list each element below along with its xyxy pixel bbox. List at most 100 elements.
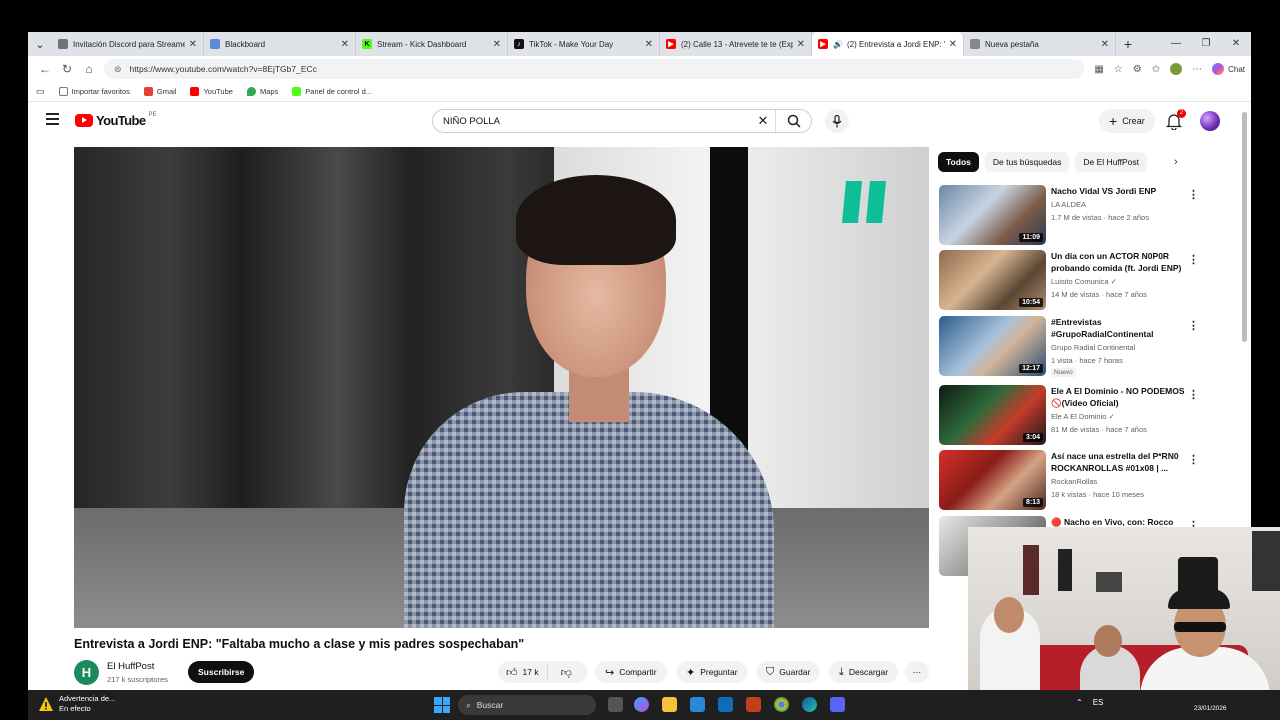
tab-calle13[interactable]: ▶ (2) Calle 13 - Atrevete te te (Explic … <box>660 32 812 56</box>
channel-name[interactable]: El HuffPost <box>107 661 154 672</box>
bookmark-youtube[interactable]: YouTube <box>190 87 233 96</box>
apps-icon[interactable]: ▦ <box>1094 64 1103 75</box>
more-vertical-icon[interactable]: ⋮ <box>1188 388 1199 401</box>
warning-widget[interactable]: Advertencia de... En efecto <box>59 694 115 714</box>
voice-search-button[interactable] <box>825 109 849 133</box>
close-tab-icon[interactable]: ✕ <box>189 39 197 50</box>
chrome-icon[interactable] <box>774 697 789 712</box>
dislike-button[interactable]: 👎︎ <box>553 666 580 679</box>
close-window-icon[interactable]: ✕ <box>1221 32 1251 56</box>
video-thumbnail[interactable]: 11:09 <box>939 185 1046 245</box>
channel-avatar[interactable]: H <box>74 660 99 685</box>
close-tab-icon[interactable]: ✕ <box>341 39 349 50</box>
close-tab-icon[interactable]: ✕ <box>645 39 653 50</box>
recommendation-item[interactable]: 11:09 Nacho Vidal VS Jordi ENP LA ALDEA … <box>939 185 1199 247</box>
favorites-icon[interactable]: ✩ <box>1152 64 1160 75</box>
warning-icon[interactable] <box>38 696 54 712</box>
home-icon[interactable]: ⌂ <box>78 62 100 76</box>
more-vertical-icon[interactable]: ⋮ <box>1188 188 1199 201</box>
minimize-icon[interactable]: — <box>1161 32 1191 56</box>
tab-tiktok[interactable]: ♪ TikTok - Make Your Day ✕ <box>508 32 660 56</box>
video-thumbnail[interactable]: 12:17 <box>939 316 1046 376</box>
edge-icon[interactable] <box>802 697 817 712</box>
taskbar-search[interactable]: ⌕ Buscar <box>458 695 596 715</box>
restore-icon[interactable]: ❐ <box>1191 32 1221 56</box>
subscribe-button[interactable]: Suscribirse <box>188 661 255 683</box>
video-thumbnail[interactable]: 8:13 <box>939 450 1046 510</box>
video-title[interactable]: Así nace una estrella del P*RN0 ROCKANRO… <box>1051 450 1186 474</box>
chevron-up-icon[interactable]: ⌃ <box>1076 698 1083 707</box>
video-thumbnail[interactable]: 3:04 <box>939 385 1046 445</box>
tab-new[interactable]: Nueva pestaña ✕ <box>964 32 1116 56</box>
taskbar-date[interactable]: 23/01/2026 <box>1194 705 1227 712</box>
close-tab-icon[interactable]: ✕ <box>1101 39 1109 50</box>
recommendation-item[interactable]: 10:54 Un día con un ACTOR N0P0R probando… <box>939 250 1199 312</box>
channel-name[interactable]: Luisito Comunica ✓ <box>1051 277 1117 286</box>
mail-icon[interactable] <box>746 697 761 712</box>
store-icon[interactable] <box>690 697 705 712</box>
more-vertical-icon[interactable]: ⋮ <box>1188 253 1199 266</box>
tab-entrevista-active[interactable]: ▶ 🔊 (2) Entrevista a Jordi ENP: "Fa ✕ <box>812 32 964 56</box>
notifications-button[interactable]: 2 <box>1165 109 1186 131</box>
video-player[interactable] <box>74 147 929 628</box>
youtube-logo[interactable]: YouTube PE <box>75 112 157 128</box>
tab-search-icon[interactable]: ⌄ <box>28 32 52 56</box>
back-icon[interactable]: ← <box>34 62 56 76</box>
like-button[interactable]: 👍︎ 17 k <box>498 665 548 679</box>
recommendation-item[interactable]: 3:04 Ele A El Dominio - NO PODEMOS 🚫(Vid… <box>939 385 1199 447</box>
tab-discord[interactable]: Invitación Discord para Streamer ✕ <box>52 32 204 56</box>
account-avatar[interactable] <box>1200 111 1220 131</box>
menu-icon[interactable] <box>46 113 59 125</box>
copilot-app-icon[interactable] <box>634 697 649 712</box>
extension-icon[interactable]: ⚙ <box>1133 64 1142 75</box>
close-tab-icon[interactable]: ✕ <box>949 39 957 50</box>
file-explorer-icon[interactable] <box>662 697 677 712</box>
task-view-icon[interactable] <box>608 697 623 712</box>
more-actions-button[interactable]: ⋯ <box>905 661 929 683</box>
search-button[interactable] <box>775 110 811 132</box>
channel-name[interactable]: Grupo Radial Continental <box>1051 343 1135 352</box>
search-input[interactable]: NIÑO POLLA <box>433 116 751 127</box>
bookmark-maps[interactable]: Maps <box>246 87 278 96</box>
url-field[interactable]: ⊜ https://www.youtube.com/watch?v=8EjTGb… <box>104 59 1085 79</box>
site-info-icon[interactable]: ⊜ <box>114 64 122 75</box>
recommendation-item[interactable]: 8:13 Así nace una estrella del P*RN0 ROC… <box>939 450 1199 512</box>
recommendation-item[interactable]: 12:17 #Entrevistas #GrupoRadialContinent… <box>939 316 1199 378</box>
discord-icon[interactable] <box>830 697 845 712</box>
more-icon[interactable]: ⋯ <box>1192 64 1202 75</box>
chevron-right-icon[interactable]: › <box>1174 156 1178 168</box>
video-title[interactable]: Ele A El Dominio - NO PODEMOS 🚫(Video Of… <box>1051 385 1186 409</box>
clear-search-icon[interactable]: ✕ <box>751 113 775 129</box>
share-button[interactable]: ↪ Compartir <box>595 661 667 683</box>
close-tab-icon[interactable]: ✕ <box>493 39 501 50</box>
video-title[interactable]: Nacho Vidal VS Jordi ENP <box>1051 185 1186 197</box>
more-vertical-icon[interactable]: ⋮ <box>1188 319 1199 332</box>
video-title[interactable]: #Entrevistas #GrupoRadialContinental <box>1051 316 1186 340</box>
ask-button[interactable]: ✦ Preguntar <box>676 661 748 683</box>
save-button[interactable]: ⛉ Guardar <box>756 661 821 683</box>
page-scrollbar[interactable] <box>1242 112 1247 342</box>
video-title[interactable]: Un día con un ACTOR N0P0R probando comid… <box>1051 250 1186 274</box>
windows-start-icon[interactable] <box>434 697 450 713</box>
chip-from-searches[interactable]: De tus búsquedas <box>984 152 1070 172</box>
download-button[interactable]: ⤓ Descargar <box>829 661 899 683</box>
more-vertical-icon[interactable]: ⋮ <box>1188 453 1199 466</box>
outlook-icon[interactable] <box>718 697 733 712</box>
star-icon[interactable]: ☆ <box>1114 64 1123 75</box>
language-indicator[interactable]: ES <box>1093 698 1104 707</box>
channel-name[interactable]: LA ALDEA <box>1051 200 1086 209</box>
bookmark-kick-panel[interactable]: Panel de control d... <box>292 87 372 96</box>
chip-from-channel[interactable]: De El HuffPost <box>1075 152 1147 172</box>
chip-all[interactable]: Todos <box>938 152 979 172</box>
new-tab-button[interactable]: + <box>1116 36 1140 52</box>
bookmark-gmail[interactable]: Gmail <box>143 87 176 96</box>
channel-name[interactable]: Ele A El Dominio ✓ <box>1051 412 1115 421</box>
profile-icon[interactable] <box>1170 63 1183 75</box>
copilot-chat-button[interactable]: Chat <box>1212 63 1245 75</box>
speaker-icon[interactable]: 🔊 <box>833 40 843 49</box>
create-button[interactable]: + Crear <box>1099 109 1155 133</box>
close-tab-icon[interactable]: ✕ <box>797 39 805 50</box>
channel-name[interactable]: RockanRollas <box>1051 477 1097 486</box>
bookmark-import[interactable]: Importar favoritos <box>58 87 130 96</box>
tab-blackboard[interactable]: Blackboard ✕ <box>204 32 356 56</box>
